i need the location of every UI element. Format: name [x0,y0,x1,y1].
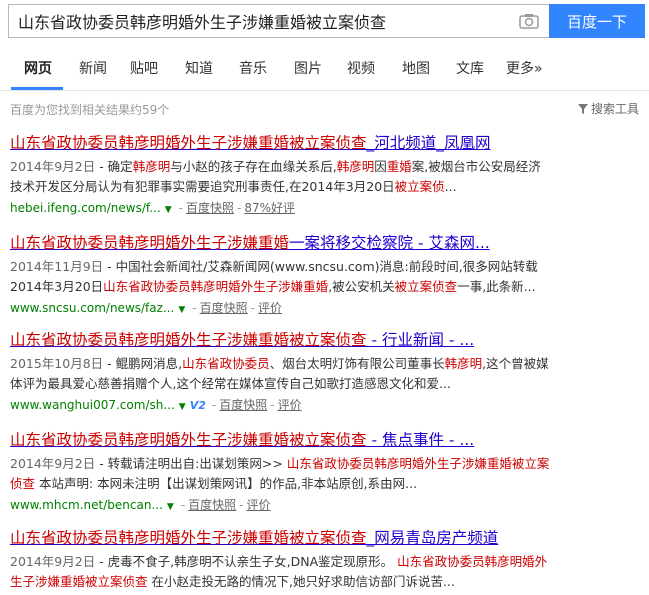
camera-icon[interactable] [519,13,539,29]
result-meta: hebei.ifeng.com/news/f... ▼ - 百度快照 -87%好评 [10,201,295,215]
result-meta: www.sncsu.com/news/faz... ▼ - 百度快照 - 评价 [10,301,283,315]
search-tools-label: 搜索工具 [590,102,639,116]
result-url[interactable]: hebei.ifeng.com/news/f... [10,201,161,215]
result-title-link[interactable]: 山东省政协委员韩彦明婚外生子涉嫌重婚被立案侦查 - 行业新闻 - ... [10,330,640,350]
search-tabs: 网页 新闻 贴吧 知道 音乐 图片 视频 地图 文库 更多» [0,45,649,91]
search-result: 山东省政协委员韩彦明婚外生子涉嫌重婚被立案侦查_网易青岛房产频道 2014年9月… [10,528,640,592]
active-tab-indicator [11,87,63,90]
result-abstract: 2015年10月8日 - 鲲鹏网消息,山东省政协委员、烟台太明灯饰有限公司董事长… [10,356,549,391]
tab-images[interactable]: 图片 [294,58,322,78]
dropdown-arrow-icon[interactable]: ▼ [167,502,174,512]
tab-news[interactable]: 新闻 [79,58,107,78]
rating-link[interactable]: 评价 [258,301,282,315]
rating-link[interactable]: 87%好评 [244,201,295,215]
v2-badge[interactable]: V2 [190,399,206,412]
result-title-link[interactable]: 山东省政协委员韩彦明婚外生子涉嫌重婚被立案侦查_网易青岛房产频道 [10,528,640,548]
tab-video[interactable]: 视频 [347,58,375,78]
result-abstract: 2014年9月2日 - 确定韩彦明与小赵的孩子存在血缘关系后,韩彦明因重婚案,被… [10,159,541,194]
tab-music[interactable]: 音乐 [239,58,267,78]
tab-map[interactable]: 地图 [402,58,430,78]
tab-wenku[interactable]: 文库 [456,58,484,78]
result-abstract: 2014年11月9日 - 中国社会新闻社/艾森新闻网(www.sncsu.com… [10,259,538,294]
result-url[interactable]: www.mhcm.net/bencan... [10,498,163,512]
search-result: 山东省政协委员韩彦明婚外生子涉嫌重婚被立案侦查 - 焦点事件 - ... 201… [10,430,640,516]
cache-link[interactable]: 百度快照 [200,301,248,315]
dropdown-arrow-icon[interactable]: ▼ [165,205,172,215]
search-bar: 百度一下 [8,4,645,38]
cache-link[interactable]: 百度快照 [219,398,267,412]
result-title-link[interactable]: 山东省政协委员韩彦明婚外生子涉嫌重婚被立案侦查 - 焦点事件 - ... [10,430,640,450]
tab-more[interactable]: 更多» [506,58,543,78]
filter-icon [577,103,588,114]
result-url[interactable]: www.wanghui007.com/sh... [10,398,175,412]
search-result: 山东省政协委员韩彦明婚外生子涉嫌重婚一案将移交检察院 - 艾森网... 2014… [10,233,640,319]
result-title-link[interactable]: 山东省政协委员韩彦明婚外生子涉嫌重婚被立案侦查_河北频道_凤凰网 [10,133,640,153]
tab-webpage[interactable]: 网页 [24,58,52,78]
search-result: 山东省政协委员韩彦明婚外生子涉嫌重婚被立案侦查_河北频道_凤凰网 2014年9月… [10,133,640,219]
search-button[interactable]: 百度一下 [549,4,645,38]
rating-link[interactable]: 评价 [278,398,302,412]
cache-link[interactable]: 百度快照 [188,498,236,512]
dropdown-arrow-icon[interactable]: ▼ [178,305,185,315]
cache-link[interactable]: 百度快照 [186,201,234,215]
result-title-link[interactable]: 山东省政协委员韩彦明婚外生子涉嫌重婚一案将移交检察院 - 艾森网... [10,233,640,253]
result-meta: www.wanghui007.com/sh... ▼ V2- 百度快照 - 评价 [10,398,302,412]
search-input[interactable] [9,5,514,37]
result-meta: www.mhcm.net/bencan... ▼ - 百度快照 - 评价 [10,498,271,512]
result-url[interactable]: www.sncsu.com/news/faz... [10,301,174,315]
tab-tieba[interactable]: 贴吧 [130,58,158,78]
dropdown-arrow-icon[interactable]: ▼ [179,402,186,412]
result-abstract: 2014年9月2日 - 转载请注明出自:出谋划策网>> 山东省政协委员韩彦明婚外… [10,456,550,491]
search-input-wrap [8,4,549,38]
rating-link[interactable]: 评价 [247,498,271,512]
search-result: 山东省政协委员韩彦明婚外生子涉嫌重婚被立案侦查 - 行业新闻 - ... 201… [10,330,640,416]
result-abstract: 2014年9月2日 - 虎毒不食子,韩彦明不认亲生子女,DNA鉴定现原形。 山东… [10,554,548,589]
search-tools-button[interactable]: 搜索工具 [577,100,639,117]
result-count: 百度为您找到相关结果约59个 [10,103,170,117]
tab-zhidao[interactable]: 知道 [185,58,213,78]
